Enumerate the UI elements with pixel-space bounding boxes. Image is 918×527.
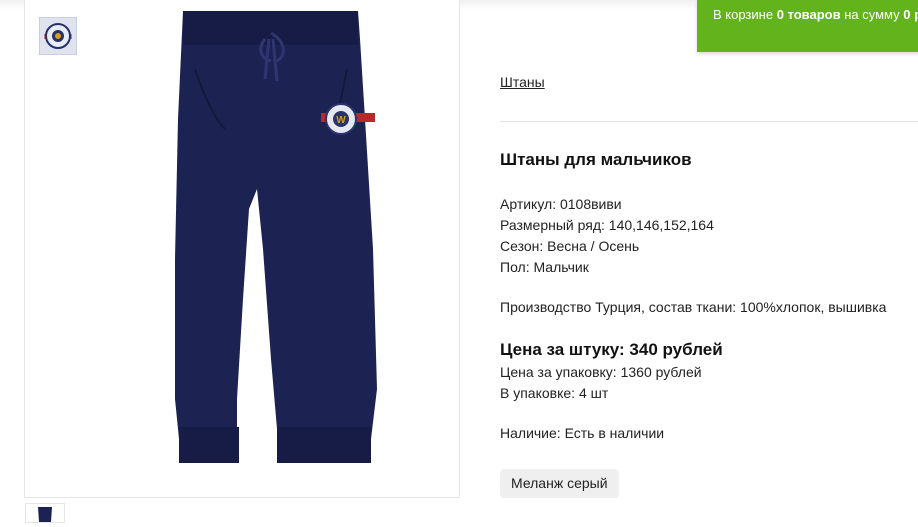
product-properties: Артикул: 0108виви Размерный ряд: 140,146… — [500, 194, 714, 278]
pants-thumbnail[interactable] — [25, 503, 65, 523]
cart-prefix: В корзине — [713, 7, 774, 22]
divider — [500, 121, 918, 122]
pack-info: Цена за упаковку: 1360 рублей В упаковке… — [500, 362, 702, 404]
property-season: Сезон: Весна / Осень — [500, 238, 640, 254]
variant-button[interactable]: Меланж серый — [500, 469, 619, 498]
pack-count: В упаковке: 4 шт — [500, 385, 609, 401]
availability: Наличие: Есть в наличии — [500, 425, 665, 441]
pack-price: Цена за упаковку: 1360 рублей — [500, 364, 702, 380]
product-description: Производство Турция, состав ткани: 100%х… — [500, 299, 887, 315]
cart-total: 0 р — [903, 7, 918, 22]
unit-price: Цена за штуку: 340 рублей — [500, 340, 723, 359]
cart-middle: на сумму — [844, 7, 900, 22]
property-sizes: Размерный ряд: 140,146,152,164 — [500, 217, 714, 233]
logo-letter: W — [336, 115, 346, 126]
breadcrumb-link[interactable]: Штаны — [500, 74, 545, 90]
property-article: Артикул: 0108виви — [500, 196, 622, 212]
embroidery-logo: W — [321, 103, 375, 135]
cart-notice[interactable]: В корзине 0 товаров на сумму 0 р — [697, 0, 918, 52]
product-title: Штаны для мальчиков — [500, 150, 692, 169]
property-gender: Пол: Мальчик — [500, 259, 589, 275]
cart-count: 0 товаров — [776, 7, 841, 22]
product-gallery[interactable]: W — [24, 0, 460, 498]
pants-image: W — [175, 11, 377, 463]
